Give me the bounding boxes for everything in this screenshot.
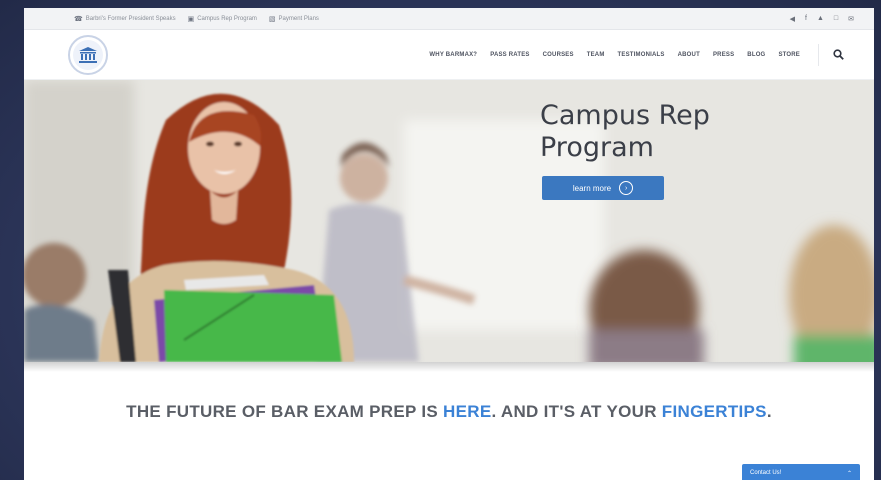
graduation-cap-icon: ▣ (187, 15, 195, 23)
top-link-former-president[interactable]: ☎ Barbri's Former President Speaks (74, 15, 176, 23)
top-link-label: Payment Plans (278, 15, 319, 22)
social-links: ◀ f ▲ □ ✉ (790, 15, 854, 23)
email-icon[interactable]: ✉ (848, 15, 854, 23)
nav-item-why-barmax[interactable]: WHY BARMAX? (429, 52, 477, 58)
tagline-part3: . (766, 402, 772, 421)
logo-inner (73, 39, 103, 70)
hero-title: Campus Rep Program (540, 100, 800, 164)
money-icon: ▧ (268, 15, 276, 23)
tagline-highlight-here: HERE (443, 402, 492, 421)
facebook-icon[interactable]: f (805, 15, 807, 23)
nav-item-about[interactable]: ABOUT (678, 52, 700, 58)
arrow-right-icon: › (619, 181, 634, 195)
nav-item-store[interactable]: STORE (778, 52, 800, 58)
learn-more-button[interactable]: learn more › (542, 176, 664, 200)
learn-more-label: learn more (572, 183, 612, 193)
contact-us-label: Contact Us! (750, 470, 782, 476)
nav-item-pass-rates[interactable]: PASS RATES (490, 52, 529, 58)
hero-title-line2: Program (540, 132, 654, 163)
nav-item-team[interactable]: TEAM (587, 52, 605, 58)
browser-page: ☎ Barbri's Former President Speaks ▣ Cam… (24, 8, 874, 480)
tagline-part2: . AND IT'S AT YOUR (491, 402, 662, 421)
nav-item-blog[interactable]: BLOG (747, 52, 765, 58)
youtube-icon[interactable]: ▲ (817, 15, 824, 23)
courthouse-logo[interactable] (68, 34, 108, 75)
megaphone-icon: ☎ (74, 15, 83, 23)
hero-banner: Campus Rep Program learn more › (24, 80, 874, 362)
contact-us-button[interactable]: Contact Us! ⌃ (742, 464, 860, 480)
top-link-payment-plans[interactable]: ▧ Payment Plans (269, 15, 319, 23)
courthouse-icon (79, 46, 97, 63)
nav-item-testimonials[interactable]: TESTIMONIALS (618, 52, 665, 58)
top-link-campus-rep[interactable]: ▣ Campus Rep Program (188, 15, 257, 23)
top-utility-bar: ☎ Barbri's Former President Speaks ▣ Cam… (24, 8, 874, 30)
search-icon (833, 49, 844, 60)
tagline-highlight-fingertips: FINGERTIPS (661, 402, 767, 421)
nav-menu: WHY BARMAX? PASS RATES COURSES TEAM TEST… (429, 52, 800, 58)
top-link-label: Barbri's Former President Speaks (85, 15, 176, 22)
instagram-icon[interactable]: □ (834, 15, 838, 23)
tagline-part1: THE FUTURE OF BAR EXAM PREP IS (126, 402, 444, 421)
hero-shadow (24, 362, 874, 372)
nav-item-courses[interactable]: COURSES (543, 52, 574, 58)
tagline: THE FUTURE OF BAR EXAM PREP IS HERE. AND… (24, 402, 874, 422)
top-links: ☎ Barbri's Former President Speaks ▣ Cam… (74, 15, 790, 23)
search-button[interactable] (818, 43, 844, 66)
main-nav: WHY BARMAX? PASS RATES COURSES TEAM TEST… (24, 30, 874, 80)
hero-title-line1: Campus Rep (540, 100, 710, 131)
chevron-up-icon: ⌃ (846, 470, 852, 477)
top-link-label: Campus Rep Program (197, 15, 257, 22)
twitter-icon[interactable]: ◀ (790, 15, 795, 23)
nav-item-press[interactable]: PRESS (713, 52, 734, 58)
